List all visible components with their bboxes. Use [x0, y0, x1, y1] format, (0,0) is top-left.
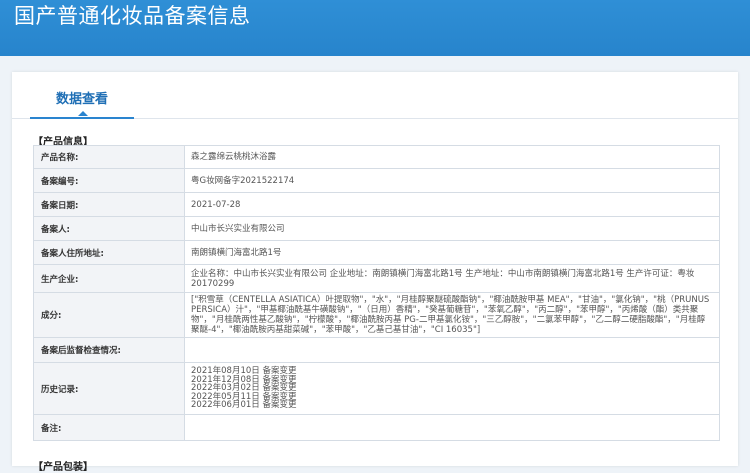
row-value-registrant: 中山市长兴实业有限公司 [184, 216, 720, 241]
table-row: 备案后监督检查情况: [33, 337, 720, 363]
row-label-registration-date: 备案日期: [33, 192, 185, 217]
row-value-history: 2021年08月10日 备案变更 2021年12月08日 备案变更 2022年0… [184, 362, 720, 415]
content-card: 数据查看 【产品信息】 产品名称: 森之露绵云桃桃沐浴露 备案编号: 粤G妆网备… [12, 72, 738, 473]
page-title: 国产普通化妆品备案信息 [14, 4, 251, 28]
row-value-registration-date: 2021-07-28 [184, 192, 720, 217]
header-banner: 国产普通化妆品备案信息 [0, 0, 750, 56]
row-label-remarks: 备注: [33, 414, 185, 441]
product-info-table: 产品名称: 森之露绵云桃桃沐浴露 备案编号: 粤G妆网备字2021522174 … [33, 145, 720, 441]
table-row: 备案日期: 2021-07-28 [33, 192, 720, 217]
table-row: 备案人: 中山市长兴实业有限公司 [33, 216, 720, 241]
table-row: 备注: [33, 414, 720, 441]
table-row: 备案人住所地址: 南朗镇横门海富北路1号 [33, 240, 720, 265]
row-label-product-name: 产品名称: [33, 145, 185, 169]
row-value-ingredients: ["积雪草（CENTELLA ASIATICA）叶提取物"，"水"，"月桂醇聚醚… [184, 292, 720, 338]
row-value-manufacturer: 企业名称：中山市长兴实业有限公司 企业地址：南朗镇横门海富北路1号 生产地址：中… [184, 264, 720, 293]
row-value-registration-number: 粤G妆网备字2021522174 [184, 168, 720, 193]
row-value-post-inspection [184, 337, 720, 363]
table-row: 产品名称: 森之露绵云桃桃沐浴露 [33, 145, 720, 169]
row-value-remarks [184, 414, 720, 441]
table-row: 成分: ["积雪草（CENTELLA ASIATICA）叶提取物"，"水"，"月… [33, 292, 720, 338]
row-value-registrant-address: 南朗镇横门海富北路1号 [184, 240, 720, 265]
history-entry: 2022年06月01日 备案变更 [191, 400, 297, 411]
row-label-registrant: 备案人: [33, 216, 185, 241]
row-label-registrant-address: 备案人住所地址: [33, 240, 185, 265]
table-row: 生产企业: 企业名称：中山市长兴实业有限公司 企业地址：南朗镇横门海富北路1号 … [33, 264, 720, 293]
row-label-post-inspection: 备案后监督检查情况: [33, 337, 185, 363]
tab-bar: 数据查看 [12, 72, 738, 119]
row-label-manufacturer: 生产企业: [33, 264, 185, 293]
row-label-registration-number: 备案编号: [33, 168, 185, 193]
row-label-ingredients: 成分: [33, 292, 185, 338]
row-label-history: 历史记录: [33, 362, 185, 415]
table-row: 历史记录: 2021年08月10日 备案变更 2021年12月08日 备案变更 … [33, 362, 720, 415]
row-value-product-name: 森之露绵云桃桃沐浴露 [184, 145, 720, 169]
tab-active-indicator [78, 111, 88, 116]
table-row: 备案编号: 粤G妆网备字2021522174 [33, 168, 720, 193]
